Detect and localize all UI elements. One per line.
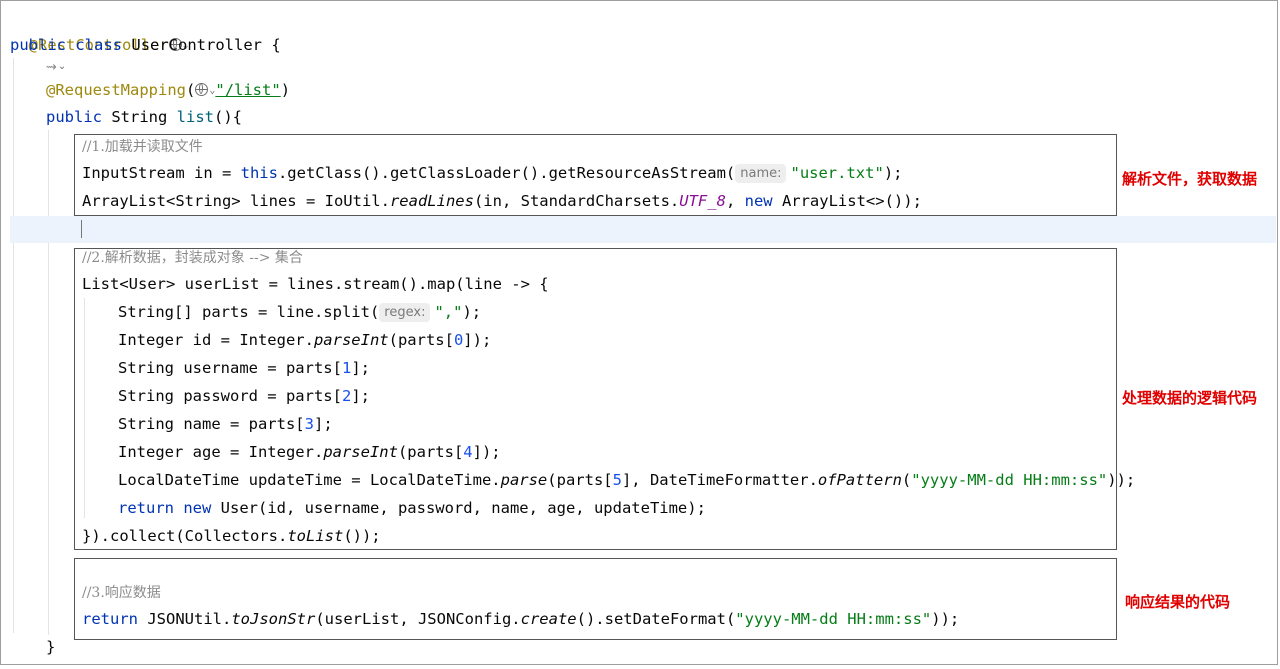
callout-response-code: 响应结果的代码 (1125, 593, 1231, 611)
comment-response[interactable]: //3.响应数据 (82, 578, 161, 606)
code-line-class-decl[interactable]: public class UserController { (10, 31, 281, 59)
callout-parse-file: 解析文件，获取数据 (1122, 170, 1258, 188)
code-line-parts[interactable]: String[] parts = line.split(regex: ","); (118, 298, 481, 326)
brace: { (262, 36, 281, 54)
code-line-read-lines[interactable]: ArrayList<String> lines = IoUtil.readLin… (82, 187, 922, 215)
code-line-id[interactable]: Integer id = Integer.parseInt(parts[0]); (118, 326, 491, 354)
globe-icon[interactable] (195, 83, 209, 96)
keyword: this (240, 164, 278, 182)
code-line-username[interactable]: String username = parts[1]; (118, 354, 370, 382)
method-name: list (176, 108, 214, 126)
code-line-closing-brace[interactable]: } (46, 633, 55, 661)
chevron-down-icon[interactable]: ⌄ (58, 61, 66, 72)
string-literal: "," (434, 303, 463, 321)
static-field: UTF_8 (679, 192, 726, 210)
code-line-update-time[interactable]: LocalDateTime updateTime = LocalDateTime… (118, 466, 1135, 494)
callout-process-logic: 处理数据的逻辑代码 (1122, 389, 1258, 407)
code-line-rest-controller[interactable]: @RestController ⌄ (10, 3, 189, 54)
method-tail: (){ (213, 108, 242, 126)
code-line-request-mapping[interactable]: @RequestMapping(⌄"/list") (46, 76, 290, 104)
code-line-age[interactable]: Integer age = Integer.parseInt(parts[4])… (118, 438, 501, 466)
parameter-hint: name: (735, 164, 787, 183)
code-line-method-decl[interactable]: public String list(){ (46, 103, 242, 131)
code-line-input-stream[interactable]: InputStream in = this.getClass().getClas… (82, 159, 902, 187)
code-line-user-list[interactable]: List<User> userList = lines.stream().map… (82, 270, 549, 298)
comment-parse-data[interactable]: //2.解析数据，封装成对象 --> 集合 (82, 243, 303, 271)
request-mapping-annotation: @RequestMapping (46, 81, 186, 99)
static-method: readLines (389, 192, 474, 210)
comment-load-file[interactable]: //1.加载并读取文件 (82, 132, 203, 160)
indent-guide (13, 58, 14, 633)
mapping-path-link[interactable]: "/list" (215, 81, 280, 99)
keyword: class (75, 36, 123, 54)
code-line-password[interactable]: String password = parts[2]; (118, 382, 370, 410)
parameter-hint: regex: (379, 303, 431, 322)
text-caret (81, 220, 82, 238)
keyword: public (10, 36, 66, 54)
code-line-collect[interactable]: }).collect(Collectors.toList()); (82, 522, 381, 550)
keyword: new (744, 192, 773, 210)
string-literal: "user.txt" (790, 164, 884, 182)
return-type: String (102, 108, 177, 126)
endpoint-gutter-icon[interactable]: ⇝⌄ (46, 60, 66, 75)
code-line-return-user[interactable]: return new User(id, username, password, … (118, 494, 706, 522)
keyword: public (46, 108, 102, 126)
indent-guide (48, 130, 49, 635)
code-line-name[interactable]: String name = parts[3]; (118, 410, 333, 438)
class-name: UserController (131, 36, 263, 54)
code-line-return-json[interactable]: return JSONUtil.toJsonStr(userList, JSON… (82, 605, 959, 633)
current-line-highlight (10, 216, 1276, 243)
